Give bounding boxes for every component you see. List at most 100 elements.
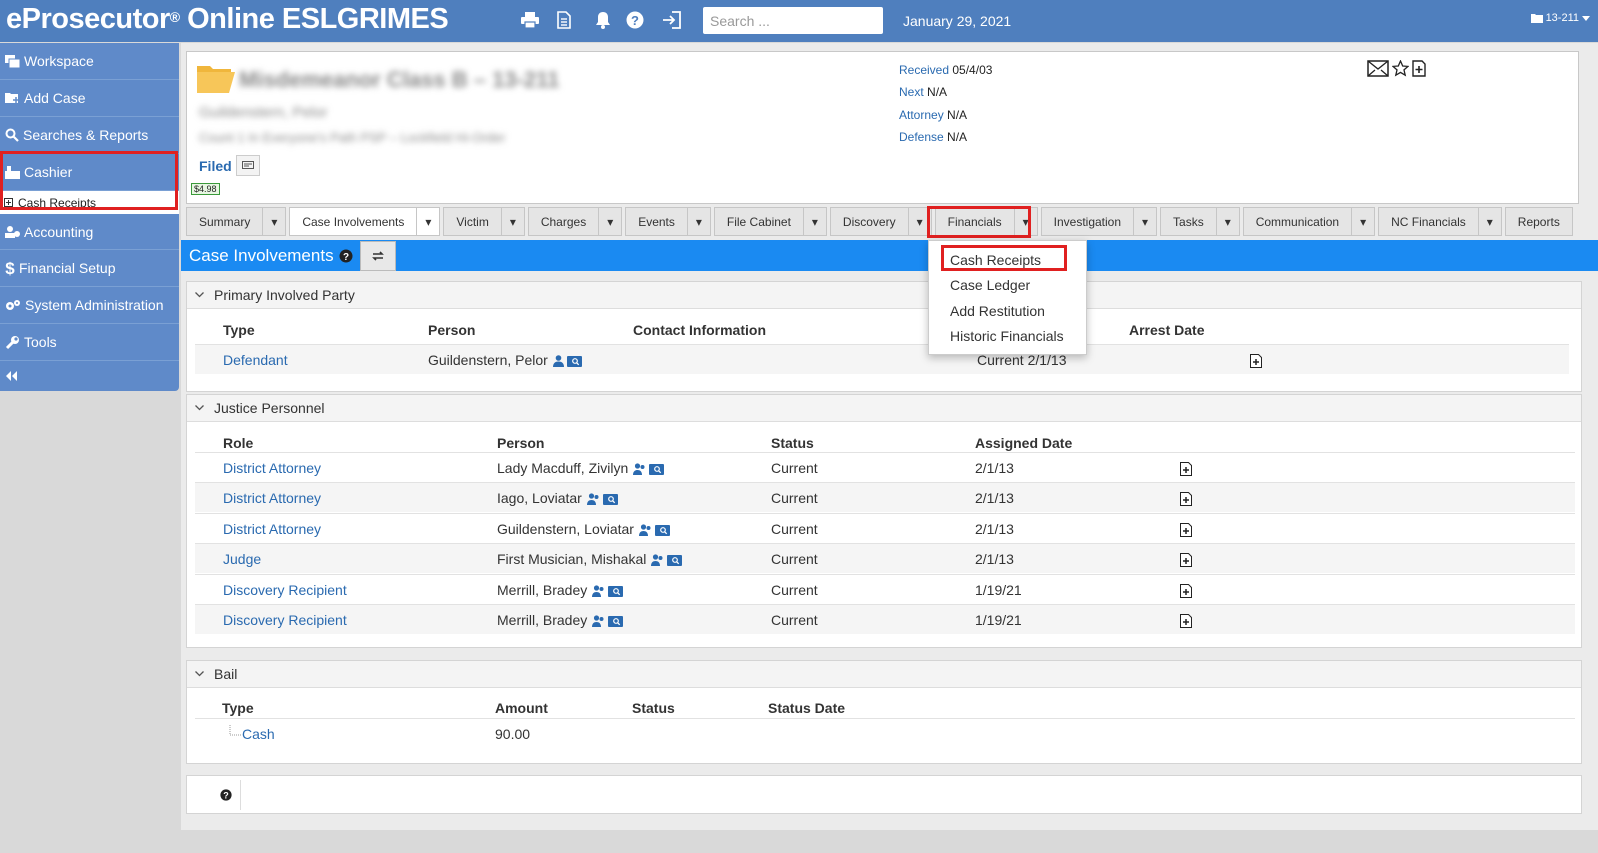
refresh-button[interactable]: [359, 240, 396, 271]
tab-events[interactable]: Events ▾: [625, 207, 711, 236]
help-icon[interactable]: ?: [339, 249, 353, 263]
contact-card-icon[interactable]: [649, 463, 665, 476]
menu-item-cash-receipts[interactable]: Cash Receipts: [929, 247, 1086, 273]
help-button[interactable]: ?: [211, 780, 241, 810]
tab-tasks[interactable]: Tasks ▾: [1160, 207, 1240, 236]
tab-victim[interactable]: Victim ▾: [443, 207, 525, 236]
panel-header[interactable]: Primary Involved Party: [187, 282, 1581, 309]
caret-down-icon[interactable]: ▾: [688, 208, 710, 235]
add-document-icon[interactable]: [1180, 492, 1192, 506]
tab-charges[interactable]: Charges ▾: [527, 207, 623, 236]
expand-icon[interactable]: [4, 198, 13, 207]
balance-badge: $4.98: [191, 183, 220, 195]
caret-down-icon[interactable]: ▾: [1015, 208, 1037, 235]
caret-down-icon[interactable]: ▾: [804, 208, 826, 235]
users-icon[interactable]: [592, 585, 605, 598]
case-tabs: Summary ▾ Case Involvements ▾ Victim ▾ Char…: [186, 207, 1576, 237]
sidebar-item-add-case[interactable]: Add Case: [0, 80, 179, 117]
tab-discovery[interactable]: Discovery ▾: [829, 207, 932, 236]
users-icon[interactable]: [586, 493, 600, 506]
tab-nc-financials[interactable]: NC Financials ▾: [1378, 207, 1502, 236]
caret-down-icon[interactable]: ▾: [502, 208, 524, 235]
users-icon[interactable]: [633, 463, 646, 476]
contact-card-icon[interactable]: [608, 585, 624, 598]
chevron-down-icon[interactable]: [195, 292, 204, 298]
tab-communication[interactable]: Communication ▾: [1242, 207, 1376, 236]
panel-header[interactable]: Bail: [187, 661, 1581, 688]
users-icon[interactable]: [592, 615, 605, 628]
notes-button[interactable]: [236, 155, 260, 176]
tab-reports[interactable]: Reports: [1504, 207, 1573, 236]
users-icon[interactable]: [651, 554, 664, 567]
filed-status: Filed: [199, 158, 232, 174]
bell-icon[interactable]: [592, 9, 614, 31]
add-document-icon[interactable]: [1180, 614, 1192, 628]
table-row: Defendant Guildenstern, Pelor Current 2/…: [195, 344, 1569, 374]
menu-item-case-ledger[interactable]: Case Ledger: [929, 273, 1086, 299]
add-document-icon[interactable]: [1180, 462, 1192, 476]
tab-summary[interactable]: Summary ▾: [186, 207, 287, 236]
role-link[interactable]: Discovery Recipient: [223, 582, 347, 598]
menu-item-historic-financials[interactable]: Historic Financials: [929, 324, 1086, 350]
case-header: Misdemeanor Class B – 13-211 Guildenster…: [186, 51, 1579, 204]
caret-down-icon[interactable]: ▾: [1352, 208, 1374, 235]
contact-card-icon[interactable]: [654, 524, 670, 537]
person-icon[interactable]: [552, 355, 564, 368]
caret-down-icon[interactable]: ▾: [417, 208, 439, 235]
caret-down-icon[interactable]: ▾: [263, 208, 285, 235]
role-link[interactable]: District Attorney: [223, 521, 321, 537]
role-link[interactable]: Judge: [223, 551, 261, 567]
add-document-icon[interactable]: [1180, 523, 1192, 537]
meta-attorney: Attorney N/A: [899, 108, 968, 122]
envelope-icon[interactable]: [1367, 60, 1389, 77]
panel-header[interactable]: Justice Personnel: [187, 395, 1581, 422]
chevron-down-icon[interactable]: [195, 405, 204, 411]
chevron-down-icon[interactable]: [195, 671, 204, 677]
add-document-icon[interactable]: [1250, 354, 1262, 368]
caret-down-icon[interactable]: ▾: [1479, 208, 1501, 235]
caret-down-icon[interactable]: ▾: [1134, 208, 1156, 235]
users-icon[interactable]: [638, 524, 652, 537]
contact-card-icon[interactable]: [667, 554, 683, 567]
sidebar-item-searches-reports[interactable]: Searches & Reports: [0, 117, 179, 154]
sidebar-item-tools[interactable]: Tools: [0, 324, 179, 361]
caret-down-icon[interactable]: ▾: [909, 208, 931, 235]
involvement-type-link[interactable]: Defendant: [223, 352, 288, 368]
print-icon[interactable]: [519, 9, 541, 31]
caret-down-icon[interactable]: ▾: [1217, 208, 1239, 235]
sidebar-item-system-administration[interactable]: System Administration: [0, 287, 179, 324]
role-link[interactable]: District Attorney: [223, 490, 321, 506]
sidebar-item-accounting[interactable]: Accounting: [0, 214, 179, 250]
contact-card-icon[interactable]: [602, 493, 618, 506]
caret-down-icon[interactable]: ▾: [599, 208, 621, 235]
sidebar-item-cashier[interactable]: Cashier: [0, 154, 179, 191]
add-document-icon[interactable]: [1180, 584, 1192, 598]
sidebar-item-workspace[interactable]: Workspace: [0, 43, 179, 80]
role-link[interactable]: District Attorney: [223, 460, 321, 476]
logout-icon[interactable]: [661, 9, 683, 31]
menu-item-add-restitution[interactable]: Add Restitution: [929, 298, 1086, 324]
search-input[interactable]: [703, 7, 883, 34]
role-link[interactable]: Discovery Recipient: [223, 612, 347, 628]
sidebar-item-label: Workspace: [24, 53, 94, 69]
tab-financials[interactable]: Financials ▾: [934, 207, 1038, 236]
column-header: Status Date: [768, 700, 846, 716]
workspace-icon: [5, 54, 20, 68]
tab-case-involvements[interactable]: Case Involvements ▾: [289, 207, 441, 236]
sidebar-item-financial-setup[interactable]: $ Financial Setup: [0, 250, 179, 287]
contact-card-icon[interactable]: [608, 615, 624, 628]
add-document-icon[interactable]: [1180, 553, 1192, 567]
collapse-sidebar-button[interactable]: [0, 361, 179, 391]
document-icon[interactable]: [553, 9, 575, 31]
contact-card-icon[interactable]: [566, 355, 582, 368]
case-menu-label: 13-211: [1545, 12, 1579, 24]
tab-file-cabinet[interactable]: File Cabinet ▾: [713, 207, 827, 236]
star-icon[interactable]: [1392, 60, 1409, 77]
panel-title: Primary Involved Party: [214, 287, 355, 303]
add-document-icon[interactable]: [1412, 60, 1426, 77]
bail-type-link[interactable]: Cash: [242, 726, 275, 742]
help-icon[interactable]: ?: [624, 9, 646, 31]
case-menu[interactable]: 13-211: [1530, 12, 1590, 24]
sidebar-subitem-cash-receipts[interactable]: Cash Receipts: [0, 191, 179, 214]
tab-investigation[interactable]: Investigation ▾: [1040, 207, 1158, 236]
